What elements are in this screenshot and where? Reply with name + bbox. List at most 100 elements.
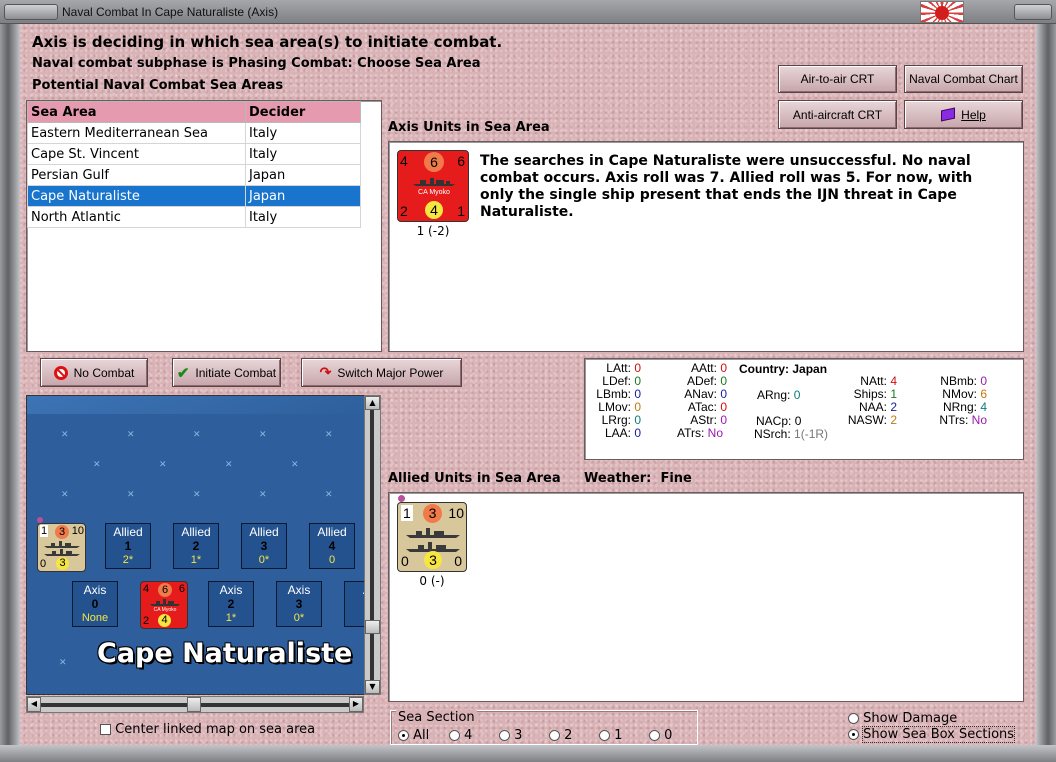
axis-units-panel: 4 6 6 CA Myoko 2 4 1 1 (-2) The searches… (388, 141, 1024, 352)
fleet-silhouette-icon (44, 541, 80, 556)
scroll-up-button[interactable]: ▲ (365, 396, 380, 410)
table-row[interactable]: Cape St. Vincent Italy (27, 143, 361, 165)
prohibited-icon (53, 365, 68, 380)
table-header-row: Sea Area Decider (27, 101, 361, 123)
counter-top-right: 6 (178, 583, 185, 595)
system-menu-button[interactable] (4, 4, 58, 20)
sea-area-cell: North Atlantic (27, 206, 246, 228)
stat-value: 0 (634, 413, 641, 427)
allied-sea-box-3[interactable]: Allied 3 0* (241, 523, 287, 569)
box-side-label: Allied (249, 525, 279, 539)
radio-button[interactable] (499, 730, 510, 741)
counter-bottom-circle: 4 (158, 614, 171, 627)
center-map-checkbox[interactable]: Center linked map on sea area (100, 722, 315, 737)
scroll-down-button[interactable]: ▼ (365, 680, 380, 694)
japan-flag-icon (920, 1, 964, 23)
close-button[interactable] (1014, 4, 1052, 20)
radio-button[interactable] (549, 730, 560, 741)
sea-section-group: Sea Section All 4 3 2 1 0 (390, 710, 698, 745)
counter-bottom-right: 0 (454, 553, 462, 569)
stat-value: 0 (720, 374, 727, 388)
decider-cell: Italy (245, 206, 361, 228)
allied-sea-box-2[interactable]: Allied 2 1* (173, 523, 219, 569)
scroll-left-button[interactable]: ◀ (27, 697, 41, 712)
checkbox-box[interactable] (100, 724, 111, 735)
sea-area-cell: Cape St. Vincent (27, 143, 246, 165)
box-search-value: None (81, 612, 109, 624)
counter-top-left: 4 (400, 153, 408, 169)
air-to-air-crt-button[interactable]: Air-to-air CRT (778, 65, 897, 93)
show-damage-option[interactable]: Show Damage (848, 711, 957, 726)
combat-status-text: Axis is deciding in which sea area(s) to… (32, 33, 503, 51)
stat-label: ANav: (684, 387, 717, 401)
allied-sea-box-4[interactable]: Allied 4 0 (309, 523, 355, 569)
table-row[interactable]: North Atlantic Italy (27, 206, 361, 228)
help-button[interactable]: Help (904, 100, 1023, 129)
allied-ship-counter[interactable]: 1 3 10 0 3 0 (397, 502, 467, 572)
radio-button[interactable] (649, 730, 660, 741)
stat-value: 1(-1R) (794, 427, 829, 441)
sea-section-3[interactable]: 3 (499, 728, 522, 743)
axis-sea-box-0[interactable]: Axis 0 None (72, 581, 118, 627)
counter-bottom-left: 0 (40, 558, 47, 570)
no-combat-button[interactable]: No Combat (40, 358, 148, 387)
sea-section-4[interactable]: 4 (449, 728, 472, 743)
axis-ship-counter[interactable]: 4 6 6 CA Myoko 2 4 1 (397, 150, 469, 222)
help-label: Help (961, 107, 986, 122)
counter-top-left: 4 (143, 583, 150, 595)
sea-section-2[interactable]: 2 (549, 728, 572, 743)
table-row[interactable]: Eastern Mediterranean Sea Italy (27, 122, 361, 144)
naval-combat-chart-button[interactable]: Naval Combat Chart (904, 65, 1023, 93)
stat-laa: LAA: 0 (589, 427, 641, 440)
weather-value: Fine (660, 471, 692, 486)
radio-button[interactable] (599, 730, 610, 741)
radio-button[interactable] (848, 713, 859, 724)
box-number: 1 (124, 539, 132, 553)
axis-sea-box-2[interactable]: Axis 2 1* (208, 581, 254, 627)
sea-section-1[interactable]: 1 (599, 728, 622, 743)
column-header-sea-area[interactable]: Sea Area (27, 101, 246, 123)
scroll-right-button[interactable]: ▶ (349, 697, 363, 712)
window-title: Naval Combat In Cape Naturaliste (Axis) (62, 5, 279, 19)
radio-button[interactable] (848, 729, 859, 740)
radio-button[interactable] (398, 730, 409, 741)
sea-area-cell: Cape Naturaliste (27, 185, 246, 207)
show-sea-box-sections-option[interactable]: Show Sea Box Sections (848, 726, 1016, 743)
map-horizontal-scrollbar[interactable]: ◀ ▶ (26, 696, 364, 713)
sea-area-list[interactable]: Sea Area Decider Eastern Mediterranean S… (26, 100, 382, 352)
stat-label: LAA: (604, 426, 631, 440)
scroll-thumb[interactable] (365, 620, 380, 634)
stats-col-naval-2: NBmb: 0 NMov: 6 NRng: 4 NTrs: No (927, 375, 987, 427)
counter-top-circle: 6 (158, 583, 172, 597)
anti-aircraft-crt-button[interactable]: Anti-aircraft CRT (778, 100, 897, 129)
scroll-thumb[interactable] (187, 697, 201, 712)
counter-top-left: 1 (401, 505, 413, 521)
mini-allied-counter[interactable]: 1 3 10 0 3 (37, 523, 86, 572)
unit-stats-panel: LAtt: 0 LDef: 0 LBmb: 0 LMov: 0 LRrg: 0 … (584, 358, 1024, 460)
map-vertical-scrollbar[interactable]: ▲ ▼ (364, 395, 381, 695)
radio-button[interactable] (449, 730, 460, 741)
country-label: Country: (739, 362, 789, 376)
stat-label: NAtt: (860, 374, 887, 388)
counter-ship-name: CA Myoko (418, 189, 450, 196)
initiate-combat-button[interactable]: ✔ Initiate Combat (172, 358, 281, 387)
switch-major-power-button[interactable]: ↷ Switch Major Power (301, 358, 462, 387)
mini-axis-counter[interactable]: 4 6 6 CA Myoko 2 4 (140, 581, 188, 629)
sea-box-map[interactable]: ✕ ✕ ✕ ✕ ✕ ✕ ✕ ✕ ✕ ✕ ✕ ✕ ✕ ✕ ✕ 1 3 10 0 3 Allied 1 2* … (26, 395, 376, 695)
table-row-selected[interactable]: Cape Naturaliste Japan (27, 185, 361, 207)
box-side-label: Allied (113, 525, 143, 539)
column-header-decider[interactable]: Decider (245, 101, 361, 123)
axis-sea-box-3[interactable]: Axis 3 0* (276, 581, 322, 627)
counter-bottom-left: 2 (143, 615, 150, 627)
table-row[interactable]: Persian Gulf Japan (27, 164, 361, 186)
stats-col-air: AAtt: 0 ADef: 0 ANav: 0 ATac: 0 AStr: 0 … (671, 362, 727, 440)
stat-value: 0 (720, 400, 727, 414)
sea-section-all[interactable]: All (398, 728, 429, 743)
box-search-value: 1* (190, 554, 202, 566)
sea-section-0[interactable]: 0 (649, 728, 672, 743)
stat-label: NASW: (847, 413, 887, 427)
no-combat-label: No Combat (73, 365, 135, 380)
counter-top-circle: 3 (423, 504, 442, 523)
stat-value: 2 (890, 400, 897, 414)
allied-sea-box-1[interactable]: Allied 1 2* (105, 523, 151, 569)
